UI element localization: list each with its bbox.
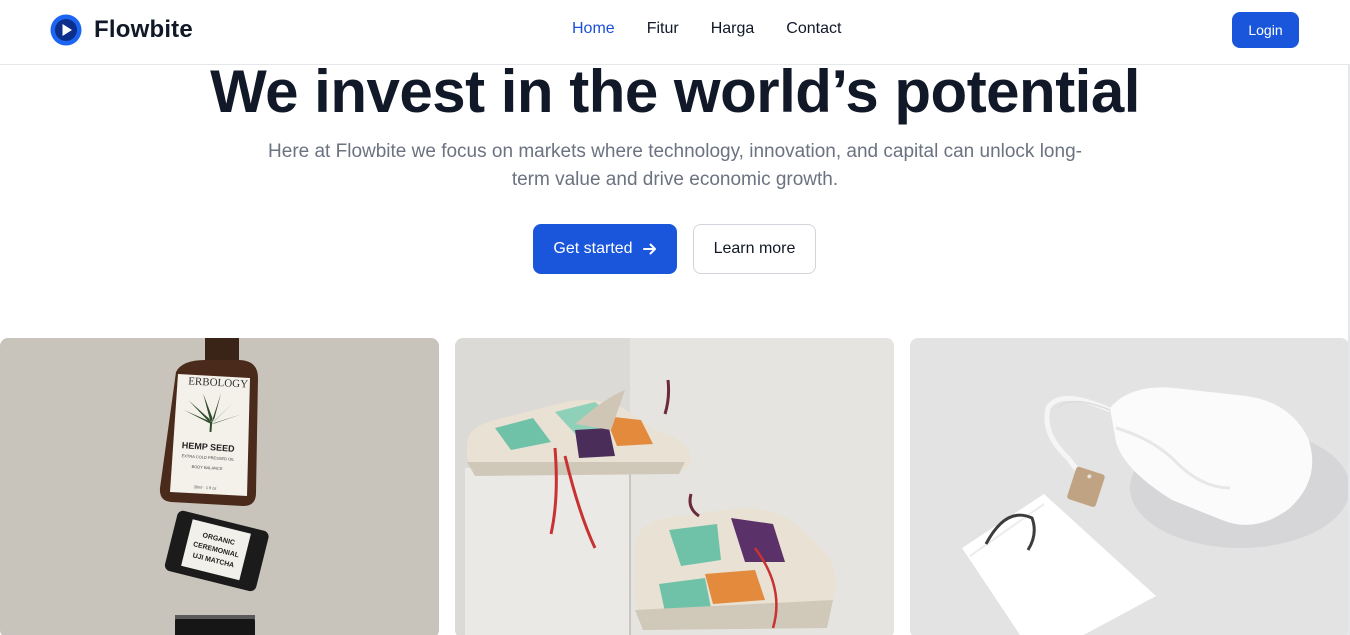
- bag-mockup-image: [910, 338, 1349, 635]
- arrow-right-icon: [642, 243, 656, 255]
- navbar: Flowbite Home Fitur Harga Contact Login: [0, 0, 1350, 65]
- nav-item-home[interactable]: Home: [572, 20, 615, 38]
- login-button[interactable]: Login: [1232, 12, 1299, 48]
- get-started-label: Get started: [553, 240, 633, 257]
- nav-menu: Home Fitur Harga Contact: [572, 20, 841, 38]
- hero-subtitle: Here at Flowbite we focus on markets whe…: [268, 141, 1082, 190]
- play-circle-icon: [50, 14, 82, 46]
- nav-item-harga[interactable]: Harga: [711, 20, 755, 38]
- brand-name: Flowbite: [94, 16, 193, 43]
- hero-title: We invest in the world’s potential: [210, 58, 1140, 125]
- brand[interactable]: Flowbite: [50, 14, 193, 46]
- nav-item-contact[interactable]: Contact: [786, 20, 841, 38]
- sneakers-image: [455, 338, 894, 635]
- nav-item-fitur[interactable]: Fitur: [647, 20, 679, 38]
- learn-more-button[interactable]: Learn more: [693, 224, 816, 274]
- product-bottles-image: ERBOLOGY HEMP SEED EXTRA COLD PRESSED OI…: [0, 338, 439, 635]
- learn-more-label: Learn more: [713, 240, 796, 257]
- get-started-button[interactable]: Get started: [533, 224, 677, 274]
